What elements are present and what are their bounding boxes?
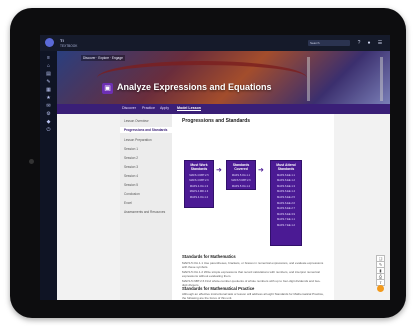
standard-chip[interactable]: MAFS.4.NBT.2.6 (185, 179, 213, 182)
app-screen: TI TEXTBOOK Search ? ● ☰ ≡ ⌂ ▤ ✎ ▦ ★ ✉ ⚙… (40, 35, 390, 300)
standard-chip[interactable]: MAFS.6.EE.2.7 (271, 207, 301, 210)
standard-chip[interactable]: MAFS.6.EE.1.4 (271, 190, 301, 193)
box-title: Must Attend Standards (276, 163, 296, 171)
lesson-content: Progressions and Standards Must Work Sta… (172, 114, 334, 300)
hero-banner: Discover · Explore · Engage ▣ Analyze Ex… (57, 51, 390, 104)
calendar-icon[interactable]: ▦ (45, 87, 52, 93)
standard-chip[interactable]: MAFS.5.NBT.2.6 (227, 179, 255, 182)
paragraph: Although an effective instructional task… (182, 292, 324, 300)
nav-item[interactable]: Session 5 (124, 183, 138, 187)
standard-chip[interactable]: MAFS.6.EE.2.6 (271, 202, 301, 205)
bullet-item: MAFS.5.OA.1.2 Write simple expressions t… (182, 270, 320, 278)
nav-item[interactable]: Excel (124, 201, 132, 205)
hero-image-decoration-2 (307, 57, 383, 101)
assignment-icon[interactable]: ✎ (45, 79, 52, 85)
search-input[interactable]: Search (308, 40, 350, 46)
book-icon[interactable]: ▤ (45, 71, 52, 77)
tab-practice[interactable]: Practice (142, 106, 155, 110)
standard-chip[interactable]: MAFS.6.EE.3.9 (271, 213, 301, 216)
nav-item-active[interactable]: Progressions and Standards (120, 127, 172, 133)
subheading-math-practice: Standards for Mathematical Practice (182, 286, 255, 291)
tab-discover[interactable]: Discover (122, 106, 136, 110)
lesson-icon: ▣ (102, 83, 113, 94)
standard-chip[interactable]: MAFS.6.EE.1.3 (271, 185, 301, 188)
standard-chip[interactable]: MAFS.4.OA.1.3 (185, 185, 213, 188)
grade-icon[interactable]: ★ (45, 95, 52, 101)
standard-chip[interactable]: MAFS.6.EE.1.1 (271, 174, 301, 177)
section-heading: Progressions and Standards (182, 118, 251, 124)
tab-apply[interactable]: Apply (160, 106, 169, 110)
help-icon[interactable]: ? (356, 40, 362, 46)
tab-model-lesson[interactable]: Model Lesson (177, 106, 201, 111)
standard-chip[interactable]: MAFS.5.OA.1.1 (227, 174, 255, 177)
help-chat-button[interactable] (377, 285, 384, 292)
message-icon[interactable]: ✉ (45, 103, 52, 109)
tool-icon[interactable]: ⚙ (45, 111, 52, 117)
standard-chip[interactable]: MAFS.4.MD.1.3 (185, 190, 213, 193)
standard-chip[interactable]: MAFS.4.OA.1.2 (185, 196, 213, 199)
standard-chip[interactable]: MAFS.6.EE.2.5 (271, 196, 301, 199)
app-logo-icon[interactable] (45, 38, 54, 47)
brand-subtitle: TEXTBOOK (60, 44, 78, 48)
tab-bar: Discover Practice Apply Model Lesson (57, 104, 390, 114)
nav-item[interactable]: Conclusion (124, 192, 140, 196)
standard-chip[interactable]: MAFS.7.EE.1.1 (271, 218, 301, 221)
subheading-math-standards: Standards for Mathematics (182, 254, 236, 259)
bullet-item: MAFS.5.OA.1.1 Use parentheses, brackets,… (182, 261, 324, 269)
arrow-icon: ➜ (216, 167, 222, 174)
lesson-nav: Lesson Overview Progressions and Standar… (120, 114, 173, 300)
standard-chip[interactable]: MAFS.4.NBT.2.5 (185, 174, 213, 177)
standard-chip[interactable]: MAFS.5.OA.1.2 (227, 185, 255, 188)
standards-box-future: Must Attend Standards MAFS.6.EE.1.1 MAFS… (270, 160, 302, 246)
settings-icon[interactable]: ◆ (45, 119, 52, 125)
home-icon[interactable]: ⌂ (45, 63, 52, 69)
box-title: Standards Covered (232, 163, 250, 171)
standard-chip[interactable]: MAFS.7.EE.1.2 (271, 224, 301, 227)
page-title: Analyze Expressions and Equations (117, 82, 272, 92)
logout-icon[interactable]: ⏻ (45, 127, 52, 133)
nav-item[interactable]: Lesson Overview (124, 119, 148, 123)
brand-title: TI (60, 38, 64, 43)
standards-box-prior: Must Work Standards MAFS.4.NBT.2.5 MAFS.… (184, 160, 214, 208)
top-bar: TI TEXTBOOK Search ? ● ☰ (40, 35, 390, 51)
nav-item[interactable]: Assessments and Resources (124, 210, 165, 214)
nav-item[interactable]: Session 4 (124, 174, 138, 178)
breadcrumb[interactable]: Discover · Explore · Engage (81, 55, 125, 61)
nav-item[interactable]: Session 3 (124, 165, 138, 169)
camera-dot (29, 159, 34, 164)
bell-icon[interactable]: ● (366, 40, 372, 46)
box-title: Must Work Standards (190, 163, 208, 171)
nav-item[interactable]: Session 2 (124, 156, 138, 160)
arrow-icon: ➜ (258, 167, 264, 174)
nav-item[interactable]: Session 1 (124, 147, 138, 151)
standard-chip[interactable]: MAFS.6.EE.1.2 (271, 179, 301, 182)
nav-item[interactable]: Lesson Preparation (124, 138, 152, 142)
menu-icon[interactable]: ≡ (45, 55, 52, 61)
standards-box-covered: Standards Covered MAFS.5.OA.1.1 MAFS.5.N… (226, 160, 256, 190)
side-rail: ≡ ⌂ ▤ ✎ ▦ ★ ✉ ⚙ ◆ ⏻ (40, 51, 57, 300)
user-icon[interactable]: ☰ (377, 40, 383, 46)
